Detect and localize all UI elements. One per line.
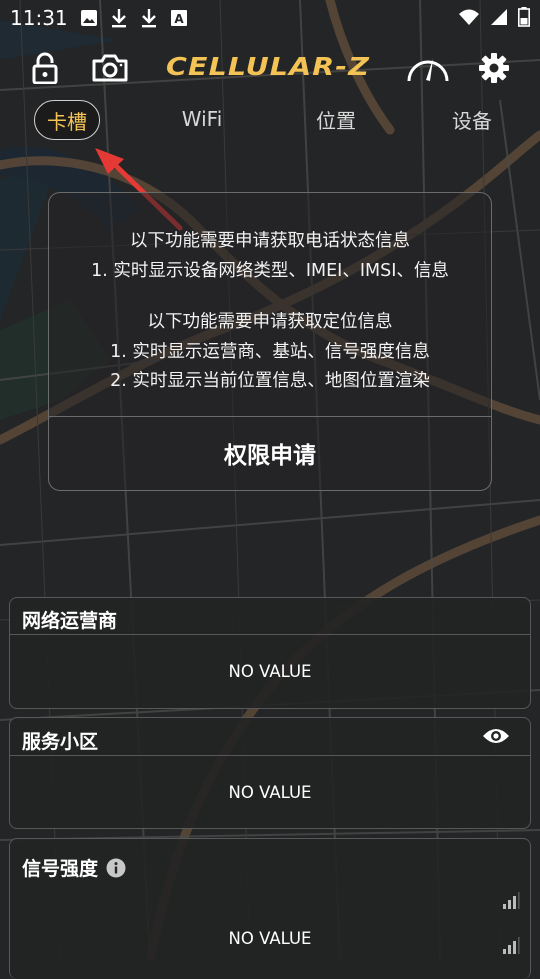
permission-line: 2. 实时显示当前位置信息、地图位置渲染 <box>110 371 430 391</box>
signal-bars-icon <box>503 937 520 954</box>
card-value: NO VALUE <box>228 662 312 681</box>
visibility-toggle[interactable] <box>482 726 510 750</box>
divider <box>10 755 530 756</box>
info-icon[interactable] <box>106 858 126 878</box>
card-header: 信号强度 <box>22 854 126 881</box>
serving-cell-card: 服务小区 NO VALUE <box>9 717 531 829</box>
permission-line <box>49 286 491 308</box>
permission-line: 1. 实时显示运营商、基站、信号强度信息 <box>110 341 430 362</box>
card-value: NO VALUE <box>228 929 312 948</box>
signal-strength-card: 信号强度 NO VALUE <box>9 838 531 979</box>
permission-line: 1. 实时显示设备网络类型、IMEI、IMSI、信息 <box>91 260 449 281</box>
permission-line: 以下功能需要申请获取定位信息 <box>147 312 393 332</box>
carrier-card: 网络运营商 NO VALUE <box>9 597 531 709</box>
card-title: 服务小区 <box>22 731 99 753</box>
card-value: NO VALUE <box>228 783 312 802</box>
permission-description: 以下功能需要申请获取电话状态信息 1. 实时显示设备网络类型、IMEI、IMSI… <box>49 227 491 397</box>
divider <box>10 634 530 635</box>
card-title: 网络运营商 <box>22 610 118 632</box>
card-title: 信号强度 <box>22 858 99 880</box>
eye-icon <box>483 729 509 743</box>
request-permission-button[interactable]: 权限申请 <box>49 417 491 489</box>
signal-bars-icon <box>503 892 520 909</box>
permission-line: 以下功能需要申请获取电话状态信息 <box>130 231 410 251</box>
permission-card: 以下功能需要申请获取电话状态信息 1. 实时显示设备网络类型、IMEI、IMSI… <box>48 192 492 491</box>
